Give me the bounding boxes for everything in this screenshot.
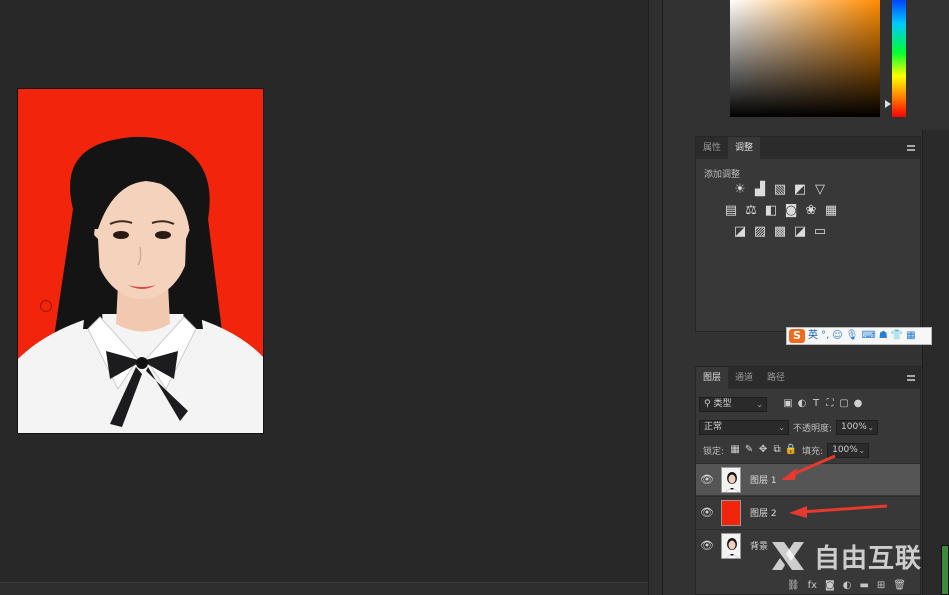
channel-mixer-icon[interactable]: ❀ xyxy=(803,204,819,218)
filter-kind-select[interactable]: ⚲ 类型 ⌄ xyxy=(699,396,767,412)
keyboard-icon[interactable]: ⌨ xyxy=(861,329,875,343)
collapsed-panel-strip[interactable] xyxy=(922,130,949,595)
new-layer-icon[interactable]: ⊞ xyxy=(877,580,885,591)
layer-filter-bar: ⚲ 类型 ⌄ ▣ ◐ T ⛶ ▢ ● xyxy=(696,393,920,415)
hue-saturation-icon[interactable]: ▤ xyxy=(723,204,739,218)
opacity-label: 不透明度: xyxy=(793,423,833,434)
adjustment-row-2: ▤ ⚖ ◧ ◙ ❀ ▦ xyxy=(723,204,839,218)
hue-slider-marker[interactable] xyxy=(885,100,891,108)
posterize-icon[interactable]: ▨ xyxy=(752,225,768,239)
horizontal-scrollbar[interactable] xyxy=(0,582,648,595)
gradient-map-icon[interactable]: ▭ xyxy=(812,225,828,239)
punctuation-icon[interactable]: °, xyxy=(821,329,829,343)
canvas-area[interactable] xyxy=(0,0,648,582)
visibility-eye-icon[interactable]: 👁 xyxy=(696,506,718,519)
status-indicator xyxy=(941,545,949,595)
lock-paint-icon[interactable]: ✎ xyxy=(742,443,756,457)
layers-footer: ⛓ fx ◙ ◐ ▬ ⊞ 🗑 xyxy=(696,576,920,594)
new-group-icon[interactable]: ▬ xyxy=(859,580,868,591)
chevron-down-icon: ⌄ xyxy=(756,399,763,409)
adjustments-tabs: 属性 调整 xyxy=(696,137,920,159)
blend-opacity-bar: 正常 ⌄ 不透明度: 100% ⌄ xyxy=(696,416,920,438)
layer-thumbnail-red-fill xyxy=(721,499,741,526)
adjustment-filter-icon[interactable]: ◐ xyxy=(795,397,809,411)
skin-icon[interactable]: 👕 xyxy=(891,329,903,343)
lock-label: 锁定: xyxy=(703,446,725,457)
adjustment-row-3: ◪ ▨ ▩ ◪ ▭ xyxy=(732,225,828,239)
add-adjustment-heading: 添加调整 xyxy=(704,170,741,180)
lock-position-icon[interactable]: ✥ xyxy=(756,443,770,457)
tab-channels[interactable]: 通道 xyxy=(728,367,760,389)
shape-filter-icon[interactable]: ⛶ xyxy=(823,397,837,411)
layer-thumbnail-portrait xyxy=(721,532,741,559)
tab-layers[interactable]: 图层 xyxy=(696,367,729,389)
watermark-logo-icon xyxy=(772,542,804,570)
pixel-filter-icon[interactable]: ▣ xyxy=(781,397,795,411)
color-field[interactable] xyxy=(730,0,880,117)
layer-name[interactable]: 背景 xyxy=(750,539,768,552)
layer-thumbnail-portrait xyxy=(721,466,741,493)
document-image[interactable] xyxy=(17,88,264,434)
blend-mode-value: 正常 xyxy=(704,421,723,432)
threshold-icon[interactable]: ▩ xyxy=(772,225,788,239)
tab-properties[interactable]: 属性 xyxy=(696,137,728,159)
levels-icon[interactable]: ▟ xyxy=(752,183,768,197)
black-white-icon[interactable]: ◧ xyxy=(763,204,779,218)
filter-kind-value: 类型 xyxy=(713,398,732,409)
portrait-photo xyxy=(18,89,263,433)
watermark: 自由互联 xyxy=(768,536,922,576)
ime-mode-label[interactable]: 英 xyxy=(808,329,818,343)
visibility-eye-icon[interactable]: 👁 xyxy=(696,539,718,552)
link-layers-icon[interactable]: ⛓ xyxy=(787,580,800,591)
selective-color-icon[interactable]: ◪ xyxy=(792,225,808,239)
opacity-value: 100% xyxy=(841,421,867,432)
delete-layer-icon[interactable]: 🗑 xyxy=(893,580,906,591)
photo-filter-icon[interactable]: ◙ xyxy=(783,204,799,218)
filter-toggle-icon[interactable]: ● xyxy=(851,397,865,411)
cursor-indicator xyxy=(40,300,52,312)
panel-menu-icon[interactable] xyxy=(907,375,915,381)
chevron-down-icon: ⌄ xyxy=(858,445,866,455)
annotation-arrow-layer-2 xyxy=(789,504,888,518)
emoji-icon[interactable]: ☺ xyxy=(832,329,842,343)
microphone-icon[interactable]: 🎙 xyxy=(846,329,859,343)
layer-mask-icon[interactable]: ◙ xyxy=(825,580,835,591)
smart-object-filter-icon[interactable]: ▢ xyxy=(837,397,851,411)
watermark-text: 自由互联 xyxy=(814,543,923,574)
ime-toolbar[interactable]: S 英 °, ☺ 🎙 ⌨ ☗ 👕 ▦ xyxy=(786,327,932,345)
layer-name[interactable]: 图层 1 xyxy=(750,473,777,486)
color-balance-icon[interactable]: ⚖ xyxy=(743,204,759,218)
visibility-eye-icon[interactable]: 👁 xyxy=(696,473,718,486)
exposure-icon[interactable]: ◩ xyxy=(792,183,808,197)
layer-style-icon[interactable]: fx xyxy=(808,580,817,591)
layer-name[interactable]: 图层 2 xyxy=(750,506,777,519)
panel-divider[interactable] xyxy=(648,0,663,595)
type-filter-icon[interactable]: T xyxy=(809,397,823,411)
chevron-down-icon: ⌄ xyxy=(867,422,875,432)
curves-icon[interactable]: ▧ xyxy=(772,183,788,197)
hue-slider[interactable] xyxy=(892,0,906,117)
layers-tabs: 图层 通道 路径 xyxy=(696,367,920,389)
sogou-logo-icon[interactable]: S xyxy=(789,329,805,343)
color-lookup-icon[interactable]: ▦ xyxy=(823,204,839,218)
blend-mode-select[interactable]: 正常 ⌄ xyxy=(699,419,789,435)
adjustments-panel: 属性 调整 添加调整 ☀ ▟ ▧ ◩ ▽ ▤ ⚖ ◧ ◙ ❀ ▦ ◪ ▨ ▩ ◪… xyxy=(695,136,921,332)
new-adjustment-layer-icon[interactable]: ◐ xyxy=(843,580,852,591)
tab-adjustments[interactable]: 调整 xyxy=(728,137,761,159)
tab-paths[interactable]: 路径 xyxy=(760,367,792,389)
panel-menu-icon[interactable] xyxy=(907,145,915,151)
toolbox-icon[interactable]: ▦ xyxy=(906,329,915,343)
opacity-input[interactable]: 100% ⌄ xyxy=(836,419,879,435)
invert-icon[interactable]: ◪ xyxy=(732,225,748,239)
lock-transparent-icon[interactable]: ▦ xyxy=(728,443,742,457)
brightness-icon[interactable]: ☀ xyxy=(732,183,748,197)
chevron-down-icon: ⌄ xyxy=(778,422,785,432)
adjustment-row-1: ☀ ▟ ▧ ◩ ▽ xyxy=(732,183,828,197)
annotation-arrow-layer-1 xyxy=(781,454,836,480)
vibrance-icon[interactable]: ▽ xyxy=(812,183,828,197)
user-icon[interactable]: ☗ xyxy=(879,329,888,343)
